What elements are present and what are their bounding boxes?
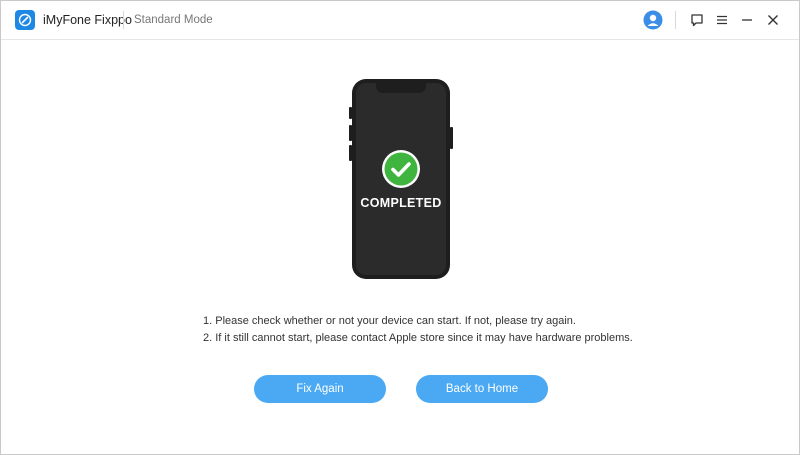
app-logo-icon [15,10,35,30]
close-icon[interactable] [763,10,783,30]
check-icon [381,149,421,189]
mode-label: Standard Mode [134,14,213,26]
feedback-icon[interactable] [687,10,707,30]
instructions: 1. Please check whether or not your devi… [203,313,633,347]
status-completed: COMPLETED [360,196,442,210]
app-title: iMyFone Fixppo [43,13,132,27]
title-bar: iMyFone Fixppo Standard Mode [1,1,799,40]
instruction-line: 1. Please check whether or not your devi… [203,315,576,327]
phone-notch [376,83,426,93]
back-to-home-button[interactable]: Back to Home [416,375,548,403]
app-window: iMyFone Fixppo Standard Mode COMPLETED 1… [0,0,800,455]
account-icon[interactable] [643,10,663,30]
phone-side-button [450,127,453,149]
instruction-line: 2. If it still cannot start, please cont… [203,332,633,344]
title-divider [123,11,124,29]
toolbar-divider [675,11,676,29]
menu-icon[interactable] [712,10,732,30]
minimize-icon[interactable] [737,10,757,30]
fix-again-button[interactable]: Fix Again [254,375,386,403]
